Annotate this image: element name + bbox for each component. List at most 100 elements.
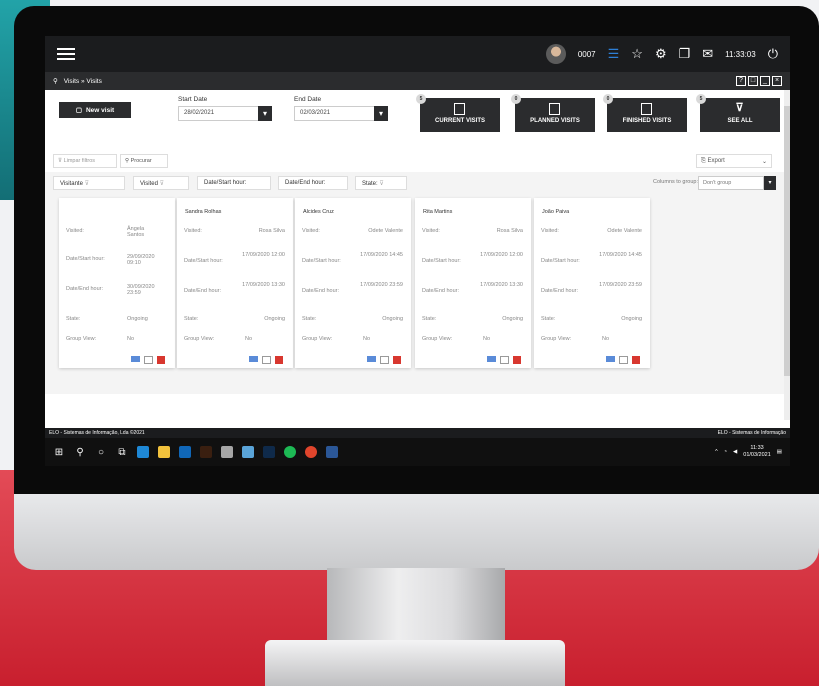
mail-icon[interactable]: ✉: [702, 46, 713, 62]
scrollbar-thumb[interactable]: [784, 106, 790, 376]
card-end: 17/09/2020 13:30: [242, 282, 285, 288]
column-start[interactable]: Date/Start hour:: [197, 176, 271, 190]
tray-clock[interactable]: 11:33 01/03/2021: [743, 445, 771, 459]
planned-visits-button[interactable]: 0 PLANNED VISITS: [511, 94, 595, 132]
filter-icon[interactable]: ⊽: [160, 181, 164, 187]
column-end-label: Date/End hour:: [285, 180, 326, 186]
illustrator-icon[interactable]: [200, 446, 212, 458]
documents-icon[interactable]: ❐: [679, 46, 691, 62]
card-state-label: State:: [422, 316, 437, 322]
calendar-icon: [641, 103, 652, 115]
card-visited: Odete Valente: [607, 228, 642, 234]
delete-icon[interactable]: [393, 356, 401, 364]
photoshop-icon[interactable]: [263, 446, 275, 458]
list-icon[interactable]: ☰: [608, 46, 620, 62]
windows-start-icon[interactable]: ⊞: [53, 447, 65, 458]
spotify-icon[interactable]: [284, 446, 296, 458]
badge-icon[interactable]: [487, 356, 496, 362]
restore-icon[interactable]: □: [748, 76, 758, 86]
card-state: Ongoing: [382, 316, 403, 322]
card-start: 29/09/2020 09:10: [127, 254, 155, 266]
end-date-picker-button[interactable]: ▾: [374, 106, 388, 121]
speaker-icon[interactable]: ◀: [733, 449, 737, 455]
edit-icon[interactable]: [619, 356, 628, 364]
power-icon[interactable]: ⏻: [768, 46, 778, 62]
badge-icon[interactable]: [249, 356, 258, 362]
gear-icon[interactable]: ⚙: [655, 46, 667, 62]
card-group-view: No: [127, 336, 135, 342]
card-group-view-label: Group View:: [541, 336, 572, 342]
card-state: Ongoing: [127, 316, 148, 322]
notifications-icon[interactable]: ▤: [777, 449, 782, 455]
task-view-icon[interactable]: ⧉: [116, 447, 128, 458]
help-icon[interactable]: ?: [736, 76, 746, 86]
network-app-icon[interactable]: [242, 446, 254, 458]
visit-card[interactable]: João Paiva Visited: Odete Valente Date/S…: [534, 198, 650, 368]
visit-card[interactable]: Visited: Ângela Santos Date/Start hour: …: [59, 198, 175, 368]
export-button[interactable]: ⎘ Export ⌄: [696, 154, 772, 168]
column-state[interactable]: State: ⊽: [355, 176, 407, 190]
column-start-label: Date/Start hour:: [204, 180, 247, 186]
search-button[interactable]: ⚲ Procurar: [120, 154, 168, 168]
column-visitor[interactable]: Visitante ⊽: [53, 176, 125, 190]
filter-icon[interactable]: ⊽: [85, 181, 89, 187]
system-tray: ^ ◔ ◀ 11:33 01/03/2021 ▤: [715, 445, 782, 459]
column-visitor-label: Visitante: [60, 181, 83, 187]
new-visit-icon: ▢: [75, 107, 82, 114]
badge-icon[interactable]: [606, 356, 615, 362]
card-state: Ongoing: [621, 316, 642, 322]
card-state: Ongoing: [502, 316, 523, 322]
chrome-icon[interactable]: [305, 446, 317, 458]
column-end[interactable]: Date/End hour:: [278, 176, 348, 190]
menu-icon[interactable]: [57, 48, 75, 60]
badge-icon[interactable]: [131, 356, 140, 362]
tray-time: 11:33: [750, 445, 764, 451]
edit-icon[interactable]: [500, 356, 509, 364]
close-icon[interactable]: ×: [772, 76, 782, 86]
wifi-icon[interactable]: ◔: [724, 449, 727, 455]
current-visits-badge: 5: [416, 94, 426, 104]
card-end-label: Date/End hour:: [66, 286, 103, 292]
group-select-button[interactable]: ▾: [764, 176, 776, 190]
finished-visits-button[interactable]: 0 FINISHED VISITS: [603, 94, 687, 132]
delete-icon[interactable]: [513, 356, 521, 364]
see-all-label: SEE ALL: [727, 118, 753, 124]
see-all-button[interactable]: 5 ⊽ SEE ALL: [696, 94, 780, 132]
outlook-icon[interactable]: [179, 446, 191, 458]
cortana-icon[interactable]: ○: [95, 447, 107, 458]
card-end: 17/09/2020 13:30: [480, 282, 523, 288]
card-group-view: No: [363, 336, 371, 342]
visit-card[interactable]: Sandra Rolhas Visited: Rosa Silva Date/S…: [177, 198, 293, 368]
delete-icon[interactable]: [275, 356, 283, 364]
column-visited[interactable]: Visited ⊽: [133, 176, 189, 190]
cloud-app-icon[interactable]: [221, 446, 233, 458]
group-select[interactable]: Don't group: [698, 176, 764, 190]
start-date-input[interactable]: 28/02/2021: [178, 106, 260, 121]
avatar[interactable]: [545, 44, 566, 64]
edit-icon[interactable]: [144, 356, 153, 364]
user-name[interactable]: 0007: [578, 50, 596, 59]
filters-panel: ▢ New visit Start Date 28/02/2021 ▾ End …: [45, 90, 790, 150]
clear-filters-button[interactable]: ⊽ Limpar filtros: [53, 154, 117, 168]
end-date-input[interactable]: 02/03/2021: [294, 106, 376, 121]
visit-card[interactable]: Rita Martins Visited: Rosa Silva Date/St…: [415, 198, 531, 368]
start-date-picker-button[interactable]: ▾: [258, 106, 272, 121]
file-explorer-icon[interactable]: [158, 446, 170, 458]
edit-icon[interactable]: [380, 356, 389, 364]
search-icon[interactable]: ⚲: [74, 447, 86, 458]
filter-icon[interactable]: ⊽: [379, 181, 383, 187]
clear-filters-label: Limpar filtros: [63, 158, 96, 164]
planned-visits-badge: 0: [511, 94, 521, 104]
chevron-up-icon[interactable]: ^: [715, 449, 718, 455]
delete-icon[interactable]: [157, 356, 165, 364]
edit-icon[interactable]: [262, 356, 271, 364]
word-icon[interactable]: [326, 446, 338, 458]
current-visits-button[interactable]: 5 CURRENT VISITS: [416, 94, 500, 132]
new-visit-button[interactable]: ▢ New visit: [59, 102, 131, 118]
badge-icon[interactable]: [367, 356, 376, 362]
edge-icon[interactable]: [137, 446, 149, 458]
minimize-icon[interactable]: _: [760, 76, 770, 86]
visit-card[interactable]: Alcides Cruz Visited: Odete Valente Date…: [295, 198, 411, 368]
star-icon[interactable]: ☆: [631, 46, 643, 62]
delete-icon[interactable]: [632, 356, 640, 364]
